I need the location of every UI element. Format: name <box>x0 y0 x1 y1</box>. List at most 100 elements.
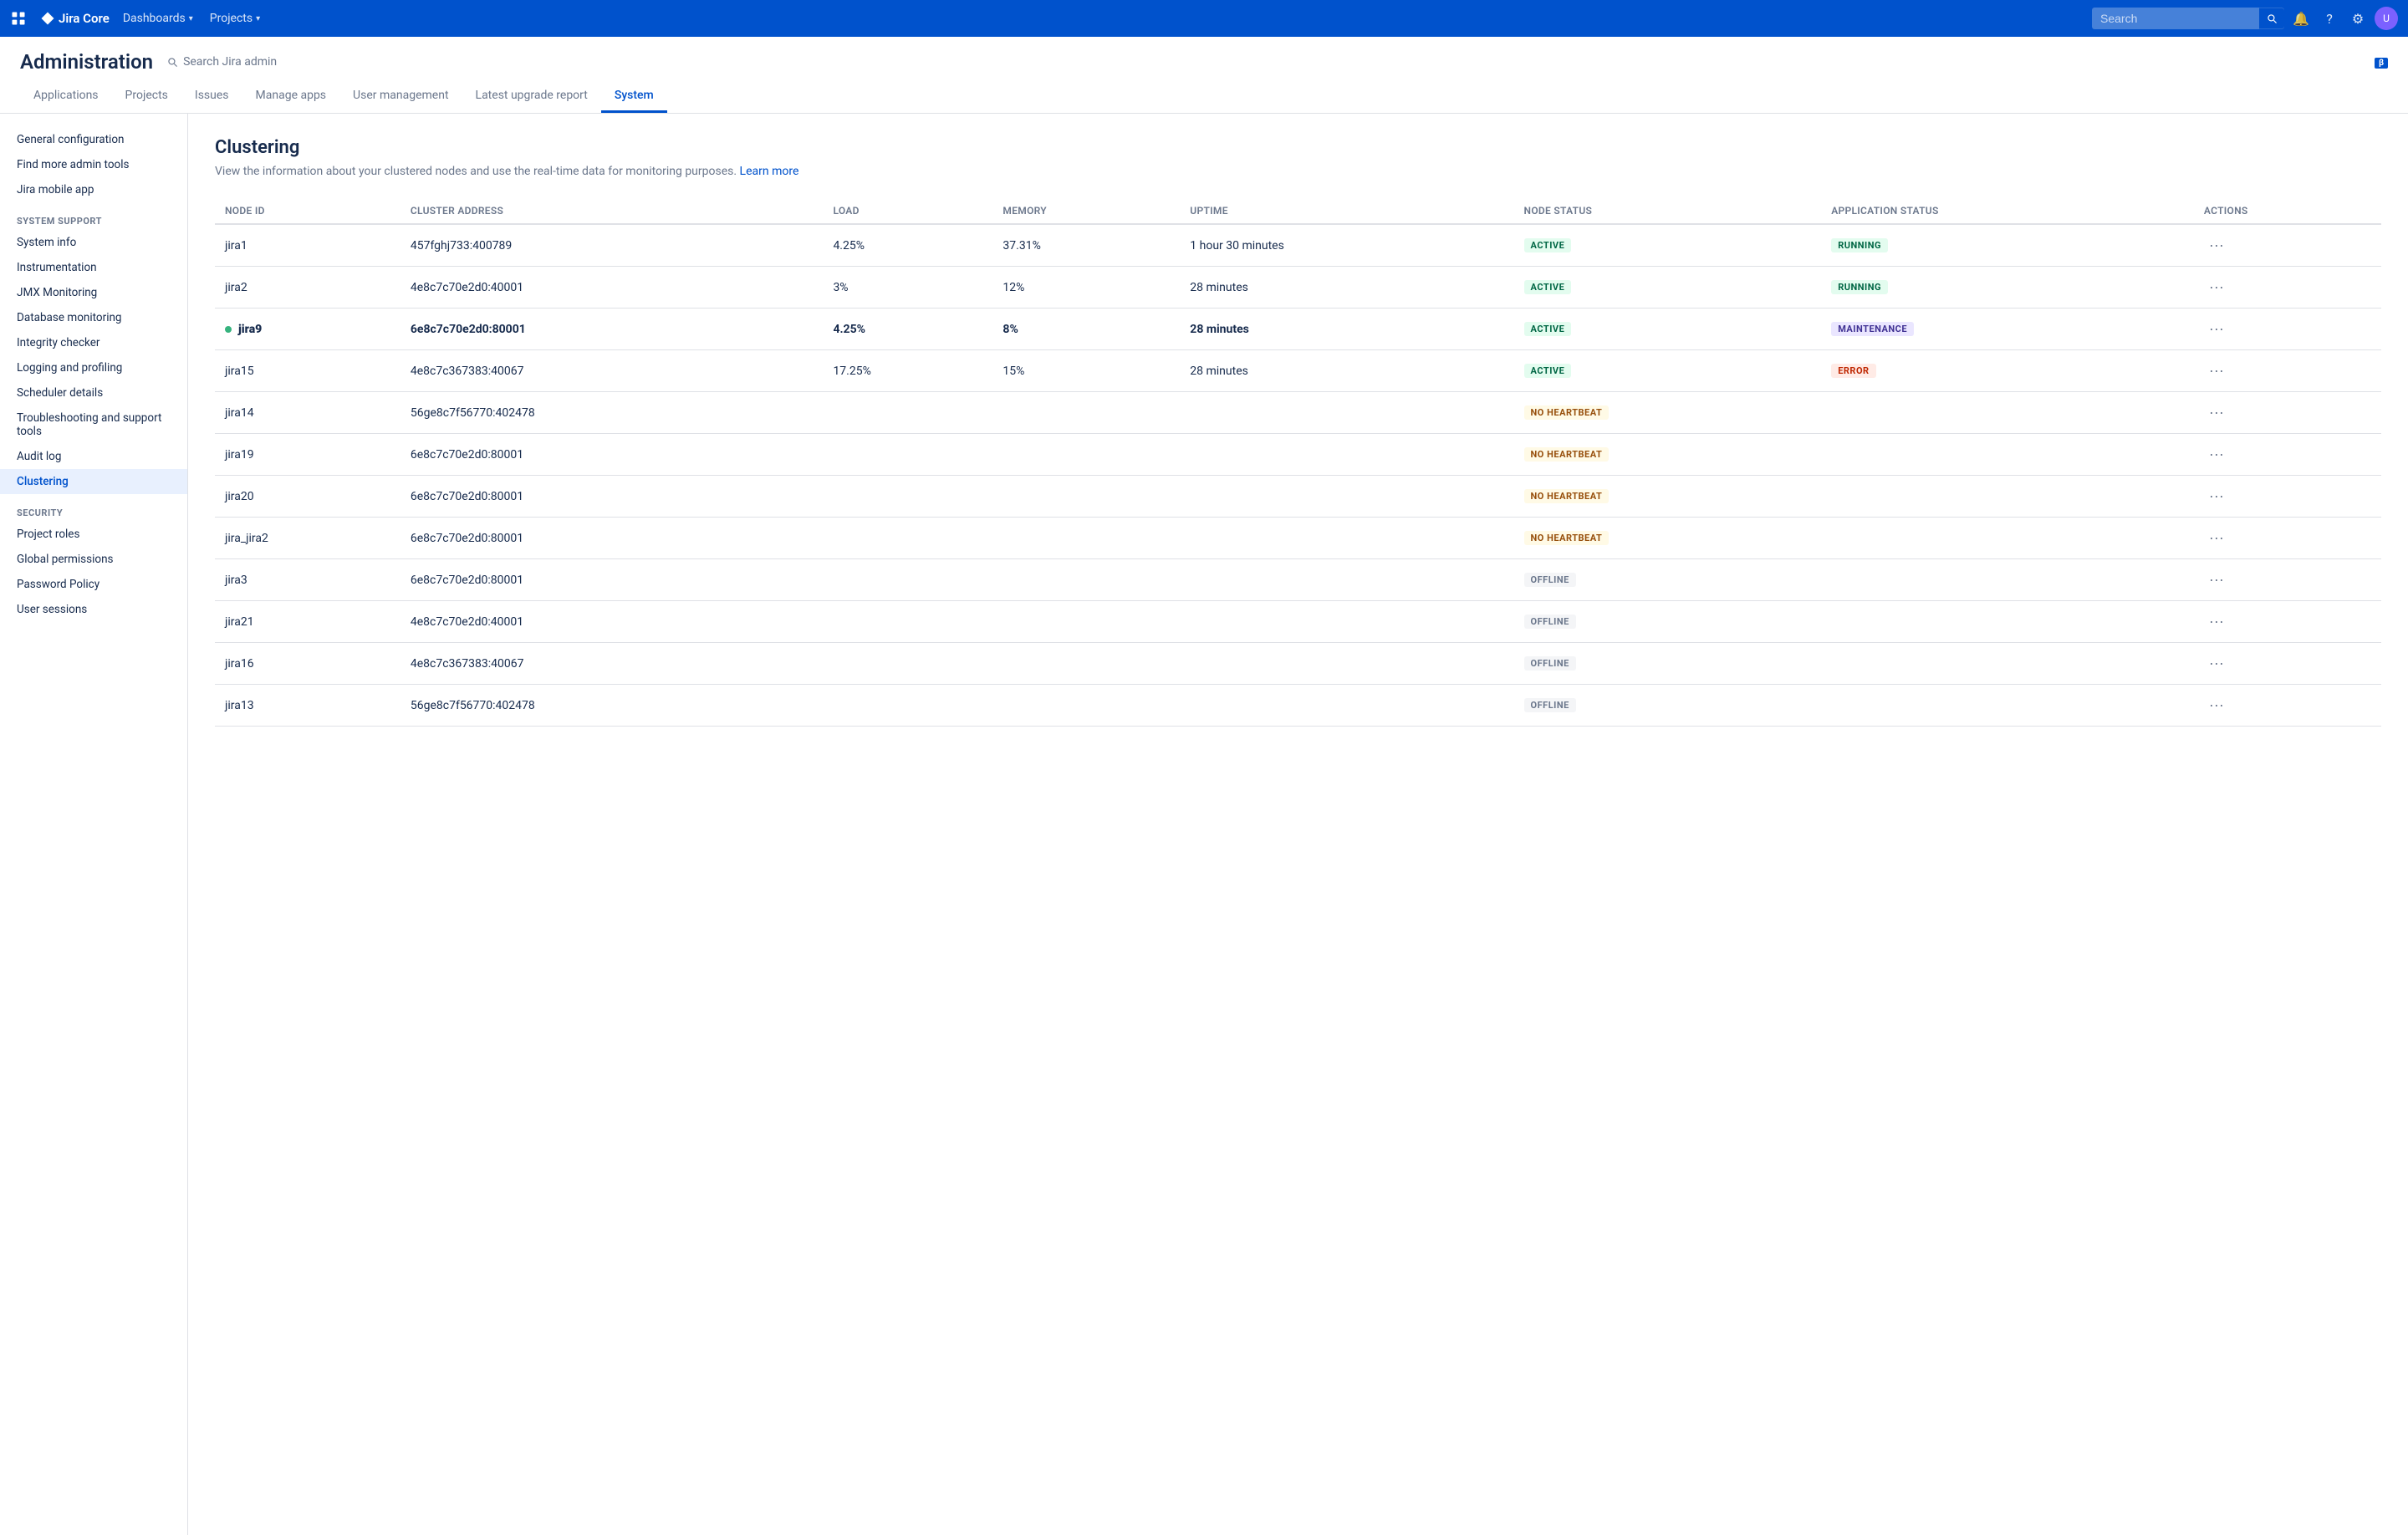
node-status-badge: OFFLINE <box>1524 573 1576 587</box>
cell-actions: ··· <box>2194 392 2381 434</box>
cell-app-status <box>1821 434 2194 476</box>
sidebar: General configuration Find more admin to… <box>0 114 188 1535</box>
actions-menu-button[interactable]: ··· <box>2204 695 2229 716</box>
cell-load: 3% <box>823 267 992 309</box>
sidebar-item-clustering[interactable]: Clustering <box>0 469 187 494</box>
sidebar-item-scheduler-details[interactable]: Scheduler details <box>0 380 187 405</box>
cell-load <box>823 559 992 601</box>
cell-uptime <box>1180 559 1513 601</box>
app-status-badge: ERROR <box>1831 364 1875 378</box>
tab-latest-upgrade-report[interactable]: Latest upgrade report <box>462 80 601 113</box>
actions-menu-button[interactable]: ··· <box>2204 277 2229 298</box>
cell-app-status: ERROR <box>1821 350 2194 392</box>
actions-menu-button[interactable]: ··· <box>2204 528 2229 548</box>
tab-system[interactable]: System <box>601 80 667 113</box>
col-load: Load <box>823 198 992 224</box>
cell-node-status: NO HEARTBEAT <box>1514 476 1822 518</box>
cell-actions: ··· <box>2194 309 2381 350</box>
cell-memory <box>992 434 1180 476</box>
actions-menu-button[interactable]: ··· <box>2204 360 2229 381</box>
actions-menu-button[interactable]: ··· <box>2204 569 2229 590</box>
cell-node-id: jira2 <box>215 267 400 309</box>
actions-menu-button[interactable]: ··· <box>2204 235 2229 256</box>
table-row: jira96e8c7c70e2d0:800014.25%8%28 minutes… <box>215 309 2381 350</box>
sidebar-item-user-sessions[interactable]: User sessions <box>0 597 187 622</box>
tab-projects[interactable]: Projects <box>112 80 181 113</box>
cell-cluster-address: 4e8c7c70e2d0:40001 <box>400 267 824 309</box>
projects-link[interactable]: Projects ▾ <box>203 8 267 28</box>
jira-core-logo[interactable]: Jira Core <box>40 11 110 26</box>
sidebar-item-system-info[interactable]: System info <box>0 230 187 255</box>
settings-icon[interactable]: ⚙ <box>2346 7 2370 30</box>
sidebar-item-jmx-monitoring[interactable]: JMX Monitoring <box>0 280 187 305</box>
table-header-row: Node ID Cluster address Load Memory Upti… <box>215 198 2381 224</box>
node-status-badge: ACTIVE <box>1524 238 1572 252</box>
actions-menu-button[interactable]: ··· <box>2204 653 2229 674</box>
sidebar-item-integrity-checker[interactable]: Integrity checker <box>0 330 187 355</box>
sidebar-item-general-configuration[interactable]: General configuration <box>0 127 187 152</box>
cell-actions: ··· <box>2194 224 2381 267</box>
cell-node-id: jira9 <box>215 309 400 350</box>
cell-memory <box>992 601 1180 643</box>
sidebar-item-troubleshooting-and-support-tools[interactable]: Troubleshooting and support tools <box>0 405 187 444</box>
tab-issues[interactable]: Issues <box>181 80 242 113</box>
cell-load: 4.25% <box>823 309 992 350</box>
cell-cluster-address: 4e8c7c70e2d0:40001 <box>400 601 824 643</box>
actions-menu-button[interactable]: ··· <box>2204 402 2229 423</box>
node-status-badge: OFFLINE <box>1524 615 1576 629</box>
col-node-id: Node ID <box>215 198 400 224</box>
cell-app-status <box>1821 601 2194 643</box>
sidebar-item-database-monitoring[interactable]: Database monitoring <box>0 305 187 330</box>
table-row: jira36e8c7c70e2d0:80001OFFLINE··· <box>215 559 2381 601</box>
cell-memory <box>992 643 1180 685</box>
cell-node-id: jira14 <box>215 392 400 434</box>
cell-uptime: 28 minutes <box>1180 309 1513 350</box>
global-search-input[interactable] <box>2092 8 2259 29</box>
table-row: jira1456ge8c7f56770:402478NO HEARTBEAT··… <box>215 392 2381 434</box>
actions-menu-button[interactable]: ··· <box>2204 444 2229 465</box>
sidebar-item-global-permissions[interactable]: Global permissions <box>0 547 187 572</box>
global-search-button[interactable] <box>2259 8 2284 28</box>
notifications-icon[interactable]: 🔔 <box>2289 7 2313 30</box>
node-status-badge: ACTIVE <box>1524 280 1572 294</box>
table-row: jira_jira26e8c7c70e2d0:80001NO HEARTBEAT… <box>215 518 2381 559</box>
sidebar-item-audit-log[interactable]: Audit log <box>0 444 187 469</box>
sidebar-item-jira-mobile-app[interactable]: Jira mobile app <box>0 177 187 202</box>
sidebar-item-project-roles[interactable]: Project roles <box>0 522 187 547</box>
sidebar-item-instrumentation[interactable]: Instrumentation <box>0 255 187 280</box>
cell-uptime <box>1180 476 1513 518</box>
cell-memory <box>992 559 1180 601</box>
cell-node-status: ACTIVE <box>1514 224 1822 267</box>
admin-search[interactable]: Search Jira admin <box>166 55 277 69</box>
cell-node-status: OFFLINE <box>1514 601 1822 643</box>
cell-cluster-address: 6e8c7c70e2d0:80001 <box>400 476 824 518</box>
actions-menu-button[interactable]: ··· <box>2204 319 2229 339</box>
cell-app-status <box>1821 518 2194 559</box>
table-row: jira1356ge8c7f56770:402478OFFLINE··· <box>215 685 2381 727</box>
actions-menu-button[interactable]: ··· <box>2204 486 2229 507</box>
cell-actions: ··· <box>2194 643 2381 685</box>
cell-load <box>823 476 992 518</box>
cell-memory: 37.31% <box>992 224 1180 267</box>
cell-node-id: jira19 <box>215 434 400 476</box>
actions-menu-button[interactable]: ··· <box>2204 611 2229 632</box>
sidebar-item-logging-and-profiling[interactable]: Logging and profiling <box>0 355 187 380</box>
cell-node-id: jira20 <box>215 476 400 518</box>
cell-actions: ··· <box>2194 685 2381 727</box>
clustering-description: View the information about your clustere… <box>215 165 2381 178</box>
learn-more-link[interactable]: Learn more <box>740 165 799 178</box>
app-logo[interactable] <box>10 10 27 27</box>
dashboards-link[interactable]: Dashboards ▾ <box>116 8 200 28</box>
sidebar-item-find-more-admin-tools[interactable]: Find more admin tools <box>0 152 187 177</box>
col-node-status: Node status <box>1514 198 1822 224</box>
tab-manage-apps[interactable]: Manage apps <box>242 80 340 113</box>
tab-user-management[interactable]: User management <box>339 80 462 113</box>
sidebar-item-password-policy[interactable]: Password Policy <box>0 572 187 597</box>
help-icon[interactable]: ? <box>2318 7 2341 30</box>
node-status-badge: NO HEARTBEAT <box>1524 531 1610 545</box>
tab-applications[interactable]: Applications <box>20 80 112 113</box>
clustering-title: Clustering <box>215 137 2381 158</box>
node-status-badge: OFFLINE <box>1524 698 1576 712</box>
user-avatar[interactable]: U <box>2375 7 2398 30</box>
cell-load <box>823 601 992 643</box>
